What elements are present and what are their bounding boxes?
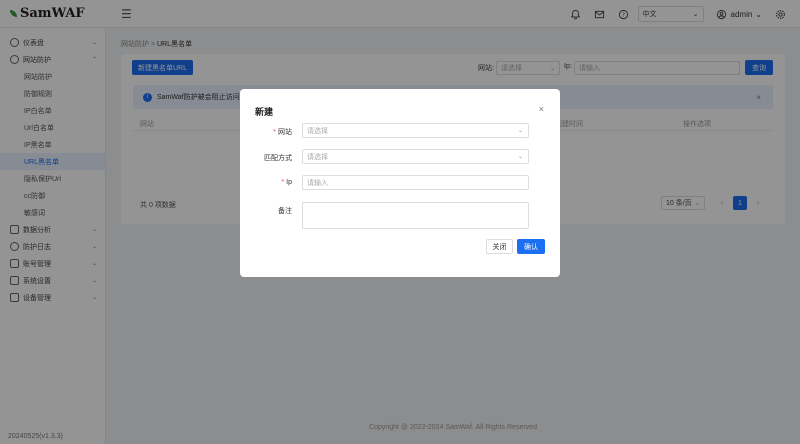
- site-select-placeholder: 请选择: [307, 127, 328, 135]
- dialog-title: 新建: [255, 107, 274, 117]
- chevron-down-icon: ⌄: [517, 128, 523, 134]
- site-select[interactable]: 请选择 ⌄: [302, 123, 529, 138]
- match-mode-label-text: 匹配方式: [264, 155, 292, 162]
- close-icon[interactable]: ×: [539, 104, 544, 114]
- chevron-down-icon: ⌄: [517, 154, 523, 160]
- required-mark: *: [273, 129, 276, 136]
- ip-input[interactable]: 请输入: [302, 175, 529, 190]
- match-mode-field-label: 匹配方式: [240, 153, 292, 163]
- create-dialog: 新建 × * 网站 请选择 ⌄ 匹配方式 请选择 ⌄ * Ip 请输入 备注 关闭 …: [240, 89, 560, 277]
- close-button[interactable]: 关闭: [486, 239, 513, 254]
- remark-textarea[interactable]: [302, 202, 529, 229]
- match-mode-select-placeholder: 请选择: [307, 153, 328, 161]
- site-label-text: 网站: [278, 129, 292, 136]
- required-mark: *: [281, 179, 285, 186]
- ip-input-placeholder: 请输入: [307, 179, 328, 187]
- remark-field-label: 备注: [240, 206, 292, 216]
- ip-label-text: Ip: [286, 179, 292, 186]
- site-field-label: * 网站: [240, 127, 292, 137]
- confirm-button[interactable]: 确认: [517, 239, 545, 254]
- remark-label-text: 备注: [278, 208, 292, 215]
- ip-field-label: * Ip: [240, 179, 292, 186]
- match-mode-select[interactable]: 请选择 ⌄: [302, 149, 529, 164]
